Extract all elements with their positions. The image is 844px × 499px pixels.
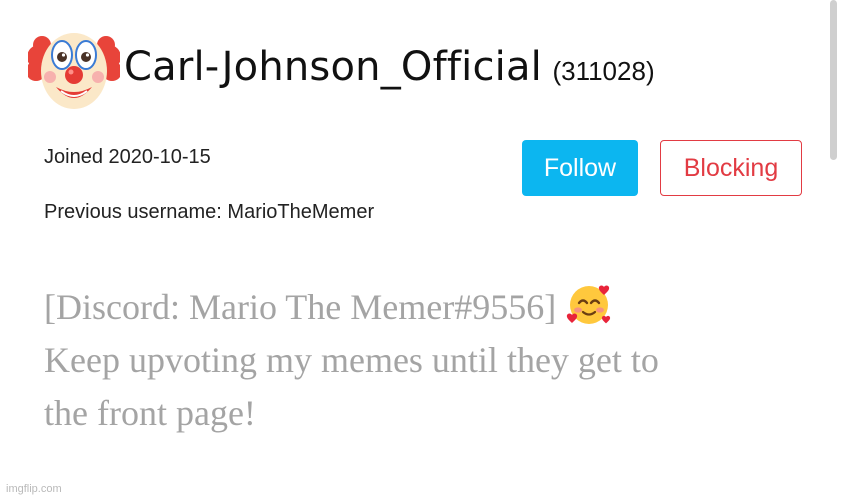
blocking-button[interactable]: Blocking xyxy=(660,140,802,196)
follow-button[interactable]: Follow xyxy=(522,140,638,196)
profile-bio: [Discord: Mario The Memer#9556] Keep upv… xyxy=(44,281,804,440)
smiling-face-with-hearts-icon xyxy=(566,281,612,327)
user-id: (311028) xyxy=(552,56,655,86)
bio-line: Keep upvoting my memes until they get to xyxy=(44,340,659,380)
scrollbar-thumb[interactable] xyxy=(830,0,837,160)
bio-line: [Discord: Mario The Memer#9556] xyxy=(44,281,804,334)
watermark: imgflip.com xyxy=(6,483,62,495)
previous-username: Previous username: MarioTheMemer xyxy=(44,201,375,223)
joined-date: Joined 2020-10-15 xyxy=(44,146,211,168)
bio-line-text: [Discord: Mario The Memer#9556] xyxy=(44,287,557,327)
bio-line: the front page! xyxy=(44,393,256,433)
username: Carl-Johnson_Official xyxy=(124,44,542,90)
username-row: Carl-Johnson_Official (311028) xyxy=(124,44,655,90)
clown-face-icon xyxy=(26,25,122,113)
